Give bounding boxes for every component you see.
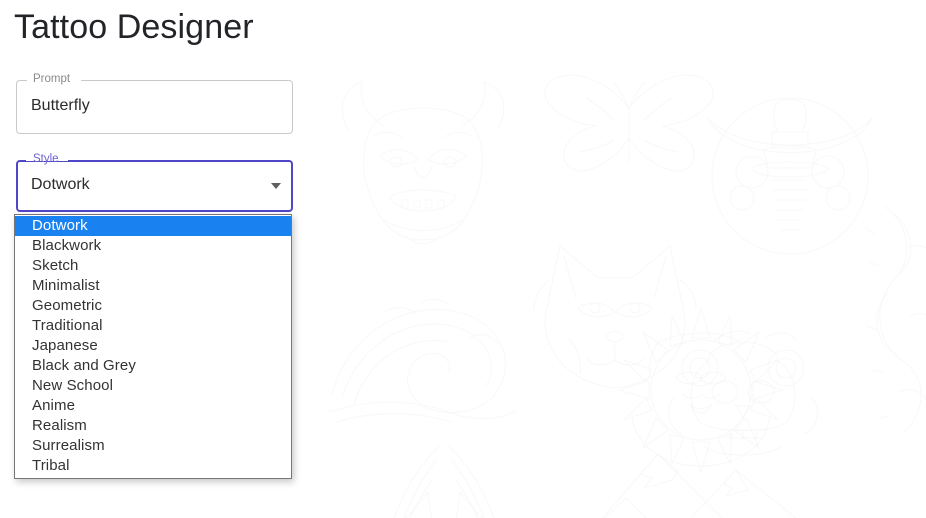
background-tattoo-collage <box>318 60 926 518</box>
style-option[interactable]: Blackwork <box>15 236 291 256</box>
background-motif-angel-wings <box>393 445 495 518</box>
style-option[interactable]: Sketch <box>15 256 291 276</box>
background-motif-wave <box>329 298 519 423</box>
style-label: Style <box>33 153 59 165</box>
style-option[interactable]: Minimalist <box>15 276 291 296</box>
style-select[interactable]: Style Dotwork <box>16 153 293 212</box>
style-option[interactable]: Surrealism <box>15 436 291 456</box>
page-title: Tattoo Designer <box>14 8 254 46</box>
style-option[interactable]: Dotwork <box>15 216 291 236</box>
background-motif-sun-face <box>617 306 785 474</box>
background-motif-rose-skull <box>667 330 819 456</box>
prompt-field[interactable]: Prompt Butterfly <box>16 73 293 134</box>
style-option[interactable]: Geometric <box>15 296 291 316</box>
prompt-input[interactable]: Butterfly <box>31 97 90 115</box>
chevron-down-icon[interactable] <box>271 183 281 189</box>
background-motif-samurai-helmet <box>707 97 873 255</box>
background-motif-mountains <box>601 453 797 518</box>
background-motif-fox <box>533 244 697 389</box>
style-options-listbox[interactable]: Dotwork Blackwork Sketch Minimalist Geometri… <box>14 214 292 479</box>
style-option[interactable]: Japanese <box>15 336 291 356</box>
style-option[interactable]: Realism <box>15 416 291 436</box>
background-motif-oni-mask <box>341 81 505 245</box>
background-motif-dragon <box>865 205 926 433</box>
style-selected-value[interactable]: Dotwork <box>31 176 90 194</box>
style-option[interactable]: Tribal <box>15 456 291 476</box>
style-option[interactable]: Black and Grey <box>15 356 291 376</box>
prompt-label: Prompt <box>33 73 71 85</box>
style-option[interactable]: New School <box>15 376 291 396</box>
style-option[interactable]: Anime <box>15 396 291 416</box>
style-option[interactable]: Traditional <box>15 316 291 336</box>
background-motif-butterfly <box>544 74 714 172</box>
